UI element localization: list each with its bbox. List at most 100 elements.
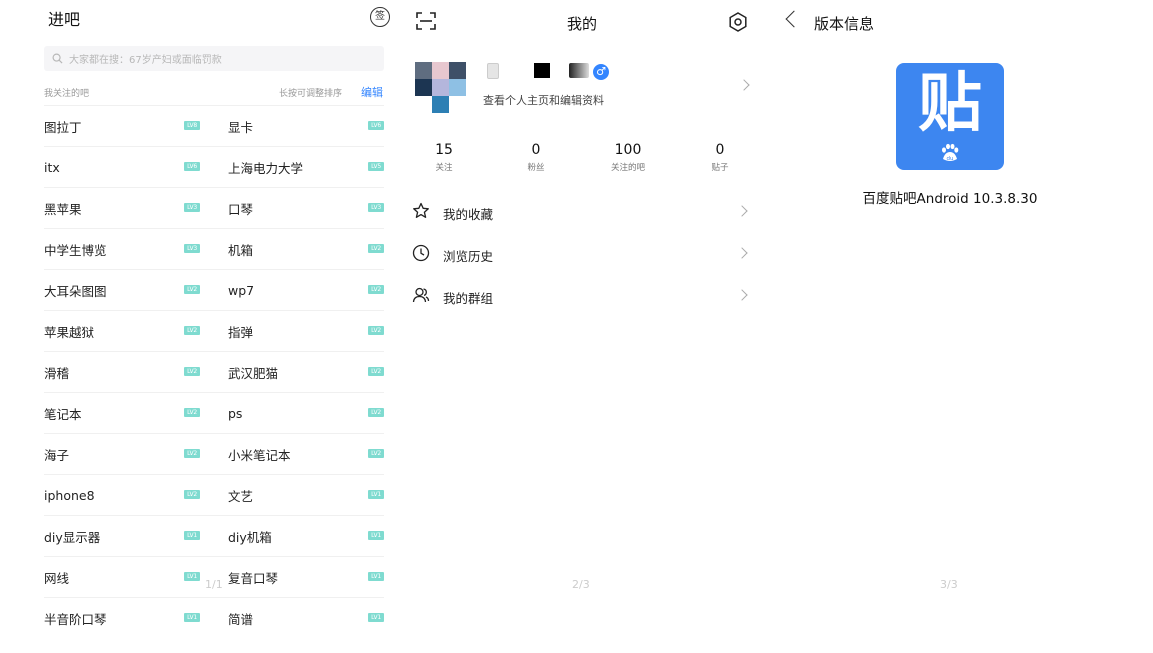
followed-bars-panel: 进吧 签 大家都在搜：67岁产妇或面临罚款 我关注的吧 长按可调整排序 编辑 图… — [0, 0, 400, 653]
level-badge: LV3 — [368, 203, 384, 212]
level-badge: LV1 — [184, 613, 200, 622]
bar-item[interactable]: 黑苹果 LV3 — [44, 188, 200, 229]
stat-item[interactable]: 100 关注的吧 — [588, 142, 668, 173]
bar-item[interactable]: 滑稽 LV2 — [44, 352, 200, 393]
edit-button[interactable]: 编辑 — [361, 84, 383, 100]
stat-label: 关注 — [435, 163, 453, 173]
bar-name: 黑苹果 — [44, 202, 82, 217]
level-badge: LV2 — [368, 285, 384, 294]
bar-name: ps — [228, 406, 243, 421]
settings-icon[interactable] — [728, 12, 748, 32]
menu-item-label: 我的收藏 — [443, 207, 494, 222]
table-row: itx LV6 上海电力大学 LV5 — [44, 146, 384, 187]
avatar[interactable] — [415, 62, 467, 114]
bar-item[interactable]: 图拉丁 LV8 — [44, 106, 200, 147]
menu-item[interactable]: 浏览历史 — [412, 238, 758, 268]
bar-item[interactable]: 海子 LV2 — [44, 434, 200, 475]
bar-item[interactable]: diy显示器 LV1 — [44, 516, 200, 557]
star-icon — [413, 202, 429, 218]
bar-item[interactable]: 苹果越狱 LV2 — [44, 311, 200, 352]
level-badge: LV2 — [368, 367, 384, 376]
bar-item[interactable]: 武汉肥猫 LV2 — [228, 352, 384, 393]
chevron-right-icon — [736, 289, 748, 301]
table-row: 黑苹果 LV3 口琴 LV3 — [44, 187, 384, 228]
bar-item[interactable]: 大耳朵图图 LV2 — [44, 270, 200, 311]
search-icon — [52, 53, 63, 64]
bar-item[interactable]: itx LV6 — [44, 147, 200, 188]
level-badge: LV1 — [184, 572, 200, 581]
page-indicator: 1/1 — [205, 578, 223, 591]
bar-name: diy机箱 — [228, 530, 272, 545]
stat-value: 0 — [531, 142, 541, 158]
bar-item[interactable]: 机箱 LV2 — [228, 229, 384, 270]
chevron-right-icon — [736, 205, 748, 217]
bar-item[interactable]: 显卡 LV6 — [228, 106, 384, 147]
table-row: 滑稽 LV2 武汉肥猫 LV2 — [44, 351, 384, 392]
level-badge: LV2 — [368, 449, 384, 458]
stat-value: 0 — [715, 142, 725, 158]
level-badge: LV6 — [368, 121, 384, 130]
chevron-right-icon — [736, 247, 748, 259]
stat-item[interactable]: 0 粉丝 — [496, 142, 576, 173]
table-row: diy显示器 LV1 diy机箱 LV1 — [44, 515, 384, 556]
level-badge: LV3 — [184, 203, 200, 212]
profile-panel: 我的 ♂ 查看个人主页和编辑资料 15 关注 0 粉丝 100 关注的吧 0 贴子 我的收藏浏… — [400, 0, 770, 653]
bar-name: 中学生博览 — [44, 243, 107, 258]
level-badge: LV2 — [368, 408, 384, 417]
bar-name: itx — [44, 160, 60, 175]
bar-item[interactable]: diy机箱 LV1 — [228, 516, 384, 557]
bar-item[interactable]: 文艺 LV1 — [228, 475, 384, 516]
stat-item[interactable]: 15 关注 — [404, 142, 484, 173]
bar-item[interactable]: 中学生博览 LV3 — [44, 229, 200, 270]
app-version: 百度贴吧Android 10.3.8.30 — [862, 191, 1038, 207]
bar-item[interactable]: 网线 LV1 — [44, 557, 200, 598]
level-badge: LV1 — [184, 531, 200, 540]
table-row: 笔记本 LV2 ps LV2 — [44, 392, 384, 433]
bar-item[interactable]: 复音口琴 LV1 — [228, 557, 384, 598]
bar-name: 图拉丁 — [44, 120, 82, 135]
menu-item[interactable]: 我的收藏 — [412, 196, 758, 226]
app-logo: 贴 du — [896, 63, 1004, 170]
back-icon[interactable] — [785, 10, 803, 28]
clock-icon — [412, 244, 430, 262]
level-badge: LV2 — [184, 285, 200, 294]
bar-item[interactable]: wp7 LV2 — [228, 270, 384, 311]
stat-item[interactable]: 0 贴子 — [680, 142, 760, 173]
bar-item[interactable]: 半音阶口琴 LV1 — [44, 598, 200, 639]
bar-name: 滑稽 — [44, 366, 70, 381]
section-title: 我关注的吧 — [44, 89, 90, 99]
page-title: 版本信息 — [814, 15, 875, 33]
bar-item[interactable]: 简谱 LV1 — [228, 598, 384, 639]
bar-name: 口琴 — [228, 202, 254, 217]
stat-label: 关注的吧 — [610, 163, 645, 173]
table-row: iphone8 LV2 文艺 LV1 — [44, 474, 384, 515]
bar-name: iphone8 — [44, 488, 95, 503]
bar-name: 小米笔记本 — [228, 448, 291, 463]
bar-name: 半音阶口琴 — [44, 612, 107, 627]
level-badge: LV2 — [368, 326, 384, 335]
bar-name: 机箱 — [228, 243, 254, 258]
bar-item[interactable]: ps LV2 — [228, 393, 384, 434]
profile-link[interactable]: 查看个人主页和编辑资料 — [483, 92, 604, 108]
bar-name: 大耳朵图图 — [44, 284, 107, 299]
bar-item[interactable]: 口琴 LV3 — [228, 188, 384, 229]
bar-item[interactable]: 指弹 LV2 — [228, 311, 384, 352]
chevron-right-icon[interactable] — [738, 79, 750, 91]
search-input[interactable]: 大家都在搜：67岁产妇或面临罚款 — [44, 46, 384, 71]
bar-item[interactable]: 笔记本 LV2 — [44, 393, 200, 434]
level-badge: LV5 — [368, 162, 384, 171]
stat-value: 100 — [614, 142, 642, 158]
level-badge: LV3 — [184, 244, 200, 253]
sign-in-icon[interactable]: 签 — [370, 7, 390, 27]
bar-item[interactable]: 上海电力大学 LV5 — [228, 147, 384, 188]
version-info-panel: 版本信息 贴 du 百度贴吧Android 10.3.8.30 3/3 — [770, 0, 1153, 653]
bar-item[interactable]: iphone8 LV2 — [44, 475, 200, 516]
menu-item[interactable]: 我的群组 — [412, 280, 758, 310]
bar-name: 武汉肥猫 — [228, 366, 279, 381]
bar-item[interactable]: 小米笔记本 LV2 — [228, 434, 384, 475]
level-badge: LV1 — [368, 572, 384, 581]
bar-name: wp7 — [228, 283, 255, 298]
page-indicator: 2/3 — [572, 578, 590, 591]
level-badge: LV2 — [184, 326, 200, 335]
paw-icon: du — [942, 143, 959, 162]
